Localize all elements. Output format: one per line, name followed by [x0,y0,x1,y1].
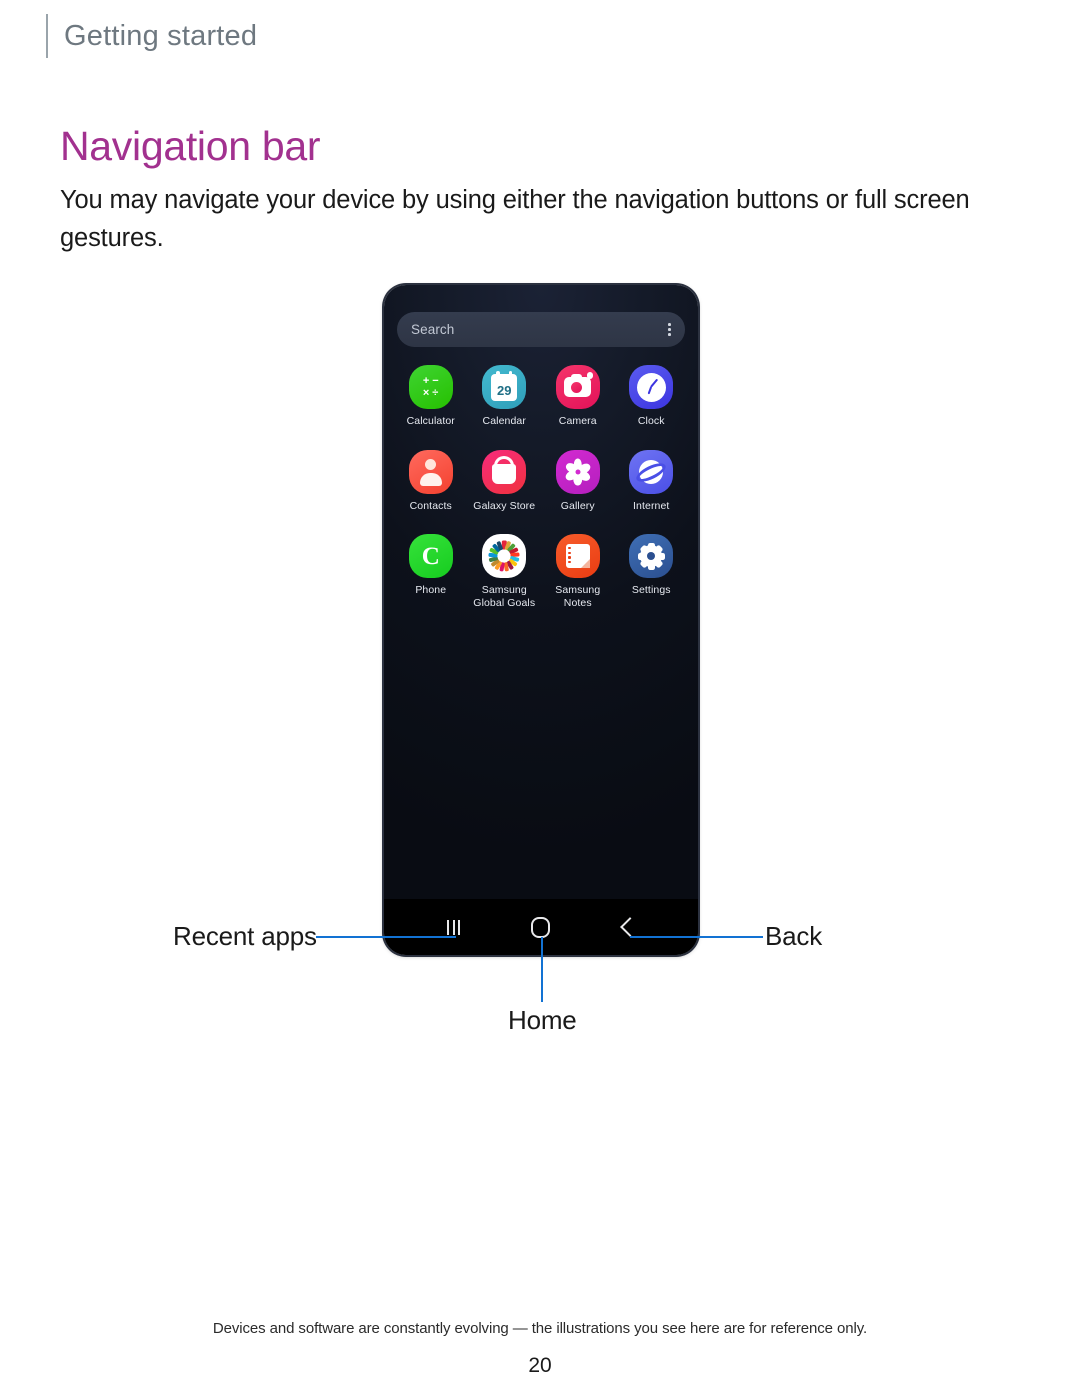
app-item-calculator[interactable]: + − × ÷ Calculator [394,365,468,428]
page-title: Navigation bar [60,123,321,170]
leader-line-back [630,936,763,938]
kebab-menu-icon[interactable] [668,323,671,336]
callout-recent-apps: Recent apps [173,921,317,951]
app-item-camera[interactable]: Camera [541,365,615,428]
app-item-settings[interactable]: Settings [615,534,689,609]
app-item-phone[interactable]: C Phone [394,534,468,609]
calculator-icon: + − × ÷ [408,365,453,409]
app-item-clock[interactable]: Clock [615,365,689,428]
app-item-gallery[interactable]: Gallery [541,449,615,513]
global-goals-icon [482,534,527,578]
home-icon [531,916,551,938]
back-button[interactable] [605,904,651,950]
galaxy-store-icon [482,449,527,494]
app-item-contacts[interactable]: Contacts [394,449,468,513]
search-placeholder: Search [411,322,455,337]
phone-screen: Search + − × ÷ Calculator 29 Calendar Ca… [384,285,698,955]
app-item-samsung-global-goals[interactable]: Samsung Global Goals [468,534,542,609]
app-label: Samsung Global Goals [473,584,536,609]
page-number: 20 [528,1354,552,1377]
phone-illustration: Search + − × ÷ Calculator 29 Calendar Ca… [384,285,698,955]
body-paragraph: You may navigate your device by using ei… [60,185,970,252]
recent-apps-button[interactable] [431,904,477,950]
app-item-samsung-notes[interactable]: Samsung Notes [541,534,615,609]
app-label: Internet [633,499,670,512]
app-label: Samsung Notes [555,584,601,609]
clock-icon [629,365,674,409]
leader-line-home [541,937,543,1002]
phone-body: Search + − × ÷ Calculator 29 Calendar Ca… [384,285,698,955]
app-label: Galaxy Store [473,499,536,512]
gallery-icon [555,449,600,494]
section-label: Getting started [64,20,258,52]
recent-apps-icon [447,919,461,935]
back-chevron-icon [620,917,641,937]
settings-gear-icon [629,534,674,578]
app-item-galaxy-store[interactable]: Galaxy Store [468,449,542,513]
running-header: Getting started [46,14,257,58]
app-label: Contacts [409,499,452,512]
callout-back: Back [765,921,823,951]
app-label: Clock [637,415,665,427]
app-grid: + − × ÷ Calculator 29 Calendar Camera Cl… [394,365,688,609]
app-label: Phone [415,584,447,596]
contacts-icon [408,449,453,494]
leader-line-recent-apps [316,936,456,938]
app-label: Settings [631,584,671,596]
app-item-calendar[interactable]: 29 Calendar [468,365,542,428]
footer-disclaimer: Devices and software are constantly evol… [212,1320,868,1337]
app-label: Camera [558,415,597,427]
header-rule [46,14,48,58]
app-item-internet[interactable]: Internet [615,449,689,513]
samsung-notes-icon [555,534,600,578]
camera-icon [555,365,600,409]
app-label: Calendar [482,415,526,427]
calendar-date: 29 [497,382,512,398]
calendar-icon: 29 [482,365,527,409]
phone-icon: C [408,534,453,578]
app-label: Calculator [406,415,455,427]
search-bar[interactable]: Search [397,312,685,347]
app-label: Gallery [560,499,595,512]
internet-icon [629,449,674,494]
callout-home: Home [508,1005,577,1035]
